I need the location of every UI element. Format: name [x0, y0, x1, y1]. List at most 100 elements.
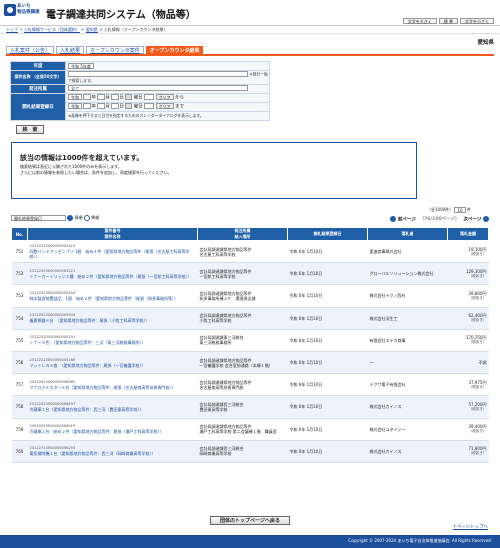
row-subject: 23122223000000005160 マットレス４枚 〈愛知県地方物品等件：尾…: [27, 351, 198, 375]
back-to-top-button[interactable]: 団体のトップページへ戻る: [210, 516, 290, 525]
row-subject: 23122523000000005410 同胞バンドアッセンブリ 1個 始め４件（…: [27, 240, 198, 264]
from-label: から: [175, 95, 184, 101]
clear-from-button[interactable]: クリア: [155, 94, 174, 101]
year-unit: 年: [91, 104, 96, 110]
prefecture-label: 愛知県: [477, 40, 494, 46]
logo[interactable]: あいち 物品等調達: [4, 4, 44, 21]
to-label: まで: [175, 104, 184, 110]
date-from-era[interactable]: 令和: [68, 94, 82, 101]
tab-bid-results[interactable]: 入札結果: [56, 46, 85, 54]
row-name-link[interactable]: 純水製造装置部品 1個 始め２件（愛知県地方物品等件（尾張（知多事務所等）〉: [30, 296, 196, 301]
font-size-buttons: 文字を大きく 標 準 文字を小さく: [402, 18, 494, 24]
row-name-link[interactable]: トナーカートリッジ３種 始め２件（愛知県地方物品等件（尾張（一宮航工科高等学校）…: [30, 274, 196, 279]
row-date: 令和 6年 1月10日: [287, 351, 368, 375]
desc-label: 降順: [91, 215, 100, 220]
row-amount: 129,300円 （税抜き）: [447, 262, 489, 286]
row-tax-note: （税抜き）: [468, 340, 487, 345]
tab-open-counter[interactable]: オープンカウンタ案件: [86, 46, 144, 54]
prev-arrow-icon: [390, 216, 397, 222]
row-date: 令和 6年 1月10日: [287, 284, 368, 308]
row-amount-value: 不調: [478, 360, 487, 366]
row-tax-note: （税抜き）: [468, 295, 487, 300]
row-name-link[interactable]: 電気掃除機１台〈愛知県地方物品等件：西三河（岡崎商業高等学校）〉: [30, 451, 196, 456]
date-label: 開札結果登録日: [10, 92, 66, 121]
row-name-link[interactable]: 複層擦器８台 （愛知県地方物品等件：尾張（小牧工科高等学校）〉: [30, 318, 196, 323]
row-amount: 39,400円 （税抜き）: [447, 418, 489, 441]
font-normal-button[interactable]: 標 準: [438, 18, 458, 24]
row-amount: 170,750円 （税抜き）: [447, 329, 489, 352]
font-large-button[interactable]: 文字を大きく: [402, 18, 437, 24]
row-subject: 23122523000000005944 複層擦器８台 （愛知県地方物品等件：尾張…: [27, 307, 198, 330]
tabs: 入札案件（公告） 入札結果 オープンカウンタ案件 オープンカウンタ結果: [6, 46, 204, 54]
row-name-link[interactable]: 同胞バンドアッセンブリ 1個 始め４件（愛知県地方物品等件（尾張（名古屋工科高等…: [30, 249, 196, 259]
results-table: No. 案件番号 案件名称 発注所属 納入場所 開札結果登録日 落札者 落札金額…: [11, 227, 489, 463]
clear-to-button[interactable]: クリア: [155, 103, 174, 110]
count-text: （全1000件）: [427, 207, 454, 212]
tab-open-counter-results[interactable]: オープンカウンタ結果: [145, 46, 204, 54]
row-date: 令和 6年 1月10日: [287, 240, 368, 264]
header-winner: 落札者: [367, 227, 448, 241]
row-division: 会計局調達課県地方物品等件 一宮養護学校 会合室前通路（本棟１階）: [197, 351, 288, 375]
row-name-link[interactable]: アナログテスター５台〈愛知県地方物品等件：尾張（名古屋南高等技術専門校）〉: [30, 385, 196, 390]
message-title: 該当の情報は1000件を超えています。: [20, 154, 144, 162]
year-label: 年度: [10, 61, 66, 71]
page-top-link[interactable]: ↑ページトップへ: [453, 524, 488, 530]
table-row: 751 23122523000000005410 同胞バンドアッセンブリ 1個 始め…: [11, 240, 489, 264]
per-page-suffix: 件: [466, 207, 471, 212]
row-no: 752: [11, 262, 28, 286]
year-select[interactable]: 令和 5年度: [68, 62, 94, 69]
row-no: 751: [11, 240, 28, 264]
next-page-link[interactable]: 次ページ: [464, 216, 489, 223]
next-arrow-icon: [483, 216, 489, 222]
subject-input[interactable]: [68, 71, 248, 77]
logo-text: あいち 物品等調達: [17, 4, 40, 15]
date-to-era[interactable]: 令和: [68, 103, 82, 110]
calendar-icon[interactable]: [125, 94, 133, 101]
pager: 前ページ （76/100ページ） 次ページ: [390, 216, 489, 223]
table-row: 758 23122023000000006497 冷蔵庫１台〈愛知県地方物品等件：西…: [11, 395, 489, 419]
row-division: 会計局調達課県地方物品等件 知多事務所棟２Ｆ 環境保全課: [197, 284, 288, 308]
row-place: 岡崎商業高等学校: [199, 451, 232, 457]
breadcrumb-pref[interactable]: 愛知県: [86, 27, 98, 32]
row-winner: グローバルソリューション株式会社: [367, 262, 448, 286]
footer: Copyright © 2007-2024 あいち電子自治体推進協議会. All…: [0, 535, 500, 548]
row-place: 東三河総務事務所: [199, 340, 232, 346]
row-place: 一宮養護学校 会合室前通路（本棟１階）: [199, 362, 273, 368]
row-date: 令和 6年 1月10日: [287, 373, 368, 397]
message-line-2: さらに以前の情報を参照したい場合は、条件を追加し、再度検索を行ってください。: [20, 170, 172, 175]
row-name-link[interactable]: トナー５色 〈愛知県地方物品等件：三河（東三河総務事務所）〉: [30, 340, 196, 345]
row-date: 令和 6年 1月10日: [287, 307, 368, 330]
per-page-select[interactable]: 10: [454, 207, 466, 213]
desc-radio-icon[interactable]: [83, 215, 90, 221]
row-division: 会計局調達課県地方物品等件 瀬戸工科高等学校 第二会議棟１階 職員室: [197, 418, 288, 441]
table-row: 755 23122323000000005191 トナー５色 〈愛知県地方物品等件：…: [11, 329, 489, 352]
header: あいち 物品等調達 電子調達共同システム（物品等） 文字を大きく 標 準 文字を…: [0, 0, 500, 26]
row-subject: 23122023000000006497 冷蔵庫１台〈愛知県地方物品等件：西三河（…: [27, 395, 198, 419]
sort-select[interactable]: 開札結果登録日: [11, 215, 66, 221]
breadcrumb-service[interactable]: 入札情報サービス（団体選択）: [24, 27, 80, 32]
row-tax-note: （税抜き）: [468, 251, 487, 256]
breadcrumb-top[interactable]: トップ: [6, 27, 18, 32]
search-button[interactable]: 検 索: [16, 125, 44, 134]
prev-page-link[interactable]: 前ページ: [390, 216, 416, 223]
row-tax-note: （税抜き）: [468, 429, 487, 434]
asc-radio-icon[interactable]: [67, 215, 74, 221]
row-tax-note: （税抜き）: [468, 384, 487, 389]
row-amount: 37,975円 （税抜き）: [447, 373, 489, 397]
row-division: 会計局調達課県地方物品等件 名古屋南高等技術専門校: [197, 373, 288, 397]
row-no: 754: [11, 307, 28, 330]
table-row: 754 23122523000000005944 複層擦器８台 （愛知県地方物品等件…: [11, 307, 489, 330]
row-tax-note: （税抜き）: [468, 451, 487, 456]
row-winner: 株式会社カイノス: [367, 440, 448, 463]
division-select[interactable]: 全て: [68, 85, 248, 92]
row-name-link[interactable]: 冷蔵庫１台 始め２件〈愛知県地方物品等件：尾張（瀬戸工科高等学校）〉: [30, 429, 196, 434]
font-small-button[interactable]: 文字を小さく: [460, 18, 494, 24]
year-unit: 年: [91, 95, 96, 101]
table-row: 760 23122723000000006293 電気掃除機１台〈愛知県地方物品等件…: [11, 440, 489, 463]
row-name-link[interactable]: 冷蔵庫１台〈愛知県地方物品等件：西三河（豊田東高等学校）〉: [30, 407, 196, 412]
tab-bid-announcement[interactable]: 入札案件（公告）: [6, 46, 55, 54]
row-name-link[interactable]: マットレス４枚 〈愛知県地方物品等件：尾張（一宮養護学校）〉: [30, 363, 196, 368]
calendar-icon[interactable]: [125, 103, 133, 110]
row-amount: 62,400円 （税抜き）: [447, 307, 489, 330]
message-box: 該当の情報は1000件を超えています。 検索結果は直近に公開された1000件のみ…: [11, 142, 417, 199]
